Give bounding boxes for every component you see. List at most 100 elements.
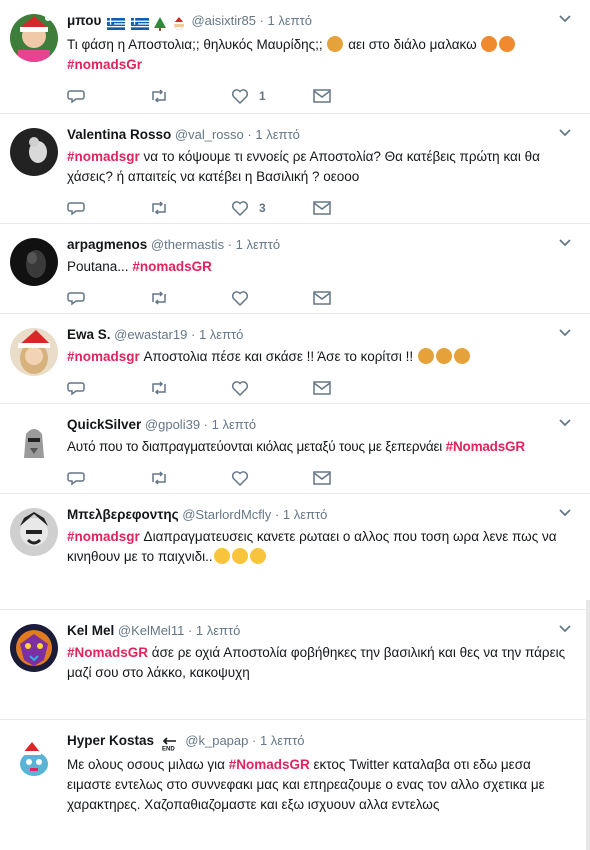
reply-icon <box>67 202 85 216</box>
display-name[interactable]: QuickSilver <box>67 417 141 432</box>
display-name[interactable]: arpagmenos <box>67 237 147 252</box>
envelope-icon <box>313 291 331 305</box>
user-handle[interactable]: @gpoli39 <box>145 417 200 432</box>
tweet-text-part: Τι φάση η Αποστολια;; θηλυκός Μαυρίδης;; <box>67 37 323 52</box>
like-button[interactable] <box>231 290 313 306</box>
separator-dot: · <box>227 237 233 252</box>
chevron-down-icon[interactable] <box>558 624 572 634</box>
reply-button[interactable] <box>67 380 149 396</box>
like-button[interactable] <box>231 470 313 486</box>
chevron-down-icon[interactable] <box>558 418 572 428</box>
direct-message-button[interactable] <box>313 291 395 305</box>
direct-message-button[interactable] <box>313 471 395 485</box>
tweet-actions <box>67 380 395 396</box>
tweet-text: Με ολους οσους μιλαω για #NomadsGR εκτος… <box>67 755 570 815</box>
tweet[interactable]: μπου @aisixtir85 · 1 λεπτό Τι φάση η Απο… <box>0 0 590 114</box>
like-count: 3 <box>259 201 266 215</box>
retweet-button[interactable] <box>149 380 231 396</box>
user-handle[interactable]: @aisixtir85 <box>191 13 256 28</box>
timestamp[interactable]: 1 λεπτό <box>260 733 304 748</box>
user-handle[interactable]: @ewastar19 <box>114 327 187 342</box>
retweet-button[interactable] <box>149 200 231 216</box>
chevron-down-icon[interactable] <box>558 328 572 338</box>
laughing-tears-emoji-icon <box>249 548 266 564</box>
user-handle[interactable]: @StarlordMcfly <box>182 507 271 522</box>
timestamp[interactable]: 1 λεπτό <box>283 507 327 522</box>
chevron-down-icon[interactable] <box>558 508 572 518</box>
laughing-tears-emoji-icon <box>213 548 230 564</box>
hashtag-link[interactable]: #nomadsgr <box>67 349 140 364</box>
avatar[interactable] <box>10 14 58 62</box>
display-name[interactable]: Kel Mel <box>67 623 114 638</box>
reply-button[interactable] <box>67 290 149 306</box>
user-handle[interactable]: @thermastis <box>151 237 224 252</box>
retweet-icon <box>152 291 166 305</box>
svg-text:END: END <box>162 746 175 751</box>
direct-message-button[interactable] <box>313 381 395 395</box>
avatar[interactable] <box>10 734 58 782</box>
tweet-text-part: Αυτό που το διαπραγματεύονται κιόλας μετ… <box>67 439 443 454</box>
retweet-button[interactable] <box>149 88 231 104</box>
reply-button[interactable] <box>67 470 149 486</box>
avatar[interactable] <box>10 418 58 466</box>
hashtag-link[interactable]: #NomadsGR <box>229 757 310 772</box>
like-button[interactable]: 3 <box>231 200 313 216</box>
tweet-actions: 1 <box>67 88 395 104</box>
tweet[interactable]: Kel Mel @KelMel11 · 1 λεπτό #NomadsGR άσ… <box>0 610 590 720</box>
tweet[interactable]: arpagmenos @thermastis · 1 λεπτό Poutana… <box>0 224 590 314</box>
like-button[interactable] <box>231 380 313 396</box>
hashtag-link[interactable]: #NomadsGR <box>67 645 148 660</box>
hashtag-link[interactable]: #nomadsgr <box>67 529 140 544</box>
reply-button[interactable] <box>67 200 149 216</box>
display-name[interactable]: Ewa S. <box>67 327 111 342</box>
timestamp[interactable]: 1 λεπτό <box>199 327 243 342</box>
chevron-down-icon[interactable] <box>558 128 572 138</box>
timestamp[interactable]: 1 λεπτό <box>255 127 299 142</box>
retweet-button[interactable] <box>149 470 231 486</box>
tweet[interactable]: Valentina Rosso @val_rosso · 1 λεπτό #no… <box>0 114 590 224</box>
direct-message-button[interactable] <box>313 89 395 103</box>
avatar[interactable] <box>10 238 58 286</box>
hashtag-link[interactable]: #NomadsGR <box>446 439 525 454</box>
reply-button[interactable] <box>67 88 149 104</box>
user-handle[interactable]: @KelMel11 <box>118 623 184 638</box>
tweet[interactable]: Ewa S. @ewastar19 · 1 λεπτό #nomadsgr Απ… <box>0 314 590 404</box>
scrollbar[interactable] <box>586 600 590 850</box>
chevron-down-icon[interactable] <box>558 238 572 248</box>
avatar[interactable] <box>10 128 58 176</box>
display-name[interactable]: Μπελβερεφοντης <box>67 507 179 522</box>
tweet[interactable]: QuickSilver @gpoli39 · 1 λεπτό Αυτό που … <box>0 404 590 494</box>
hashtag-link[interactable]: #nomadsGR <box>132 259 212 274</box>
direct-message-button[interactable] <box>313 201 395 215</box>
angry-face-emoji-icon <box>327 36 344 52</box>
chevron-down-icon[interactable] <box>558 14 572 24</box>
timestamp[interactable]: 1 λεπτό <box>212 417 256 432</box>
timestamp[interactable]: 1 λεπτό <box>196 623 240 638</box>
retweet-icon <box>152 89 166 103</box>
like-button[interactable]: 1 <box>231 88 313 104</box>
avatar[interactable] <box>10 508 58 556</box>
christmas-tree-icon <box>154 16 167 31</box>
steaming-face-emoji-icon <box>499 36 516 52</box>
display-name[interactable]: Hyper Kostas <box>67 733 154 748</box>
heart-icon <box>231 89 249 104</box>
timestamp[interactable]: 1 λεπτό <box>236 237 280 252</box>
heart-icon <box>231 291 249 306</box>
angry-face-emoji-icon <box>435 348 452 364</box>
separator-dot: · <box>187 623 193 638</box>
retweet-button[interactable] <box>149 290 231 306</box>
hashtag-link[interactable]: #nomadsgr <box>67 149 140 164</box>
avatar[interactable] <box>10 328 58 376</box>
retweet-icon <box>152 201 166 215</box>
display-name[interactable]: Valentina Rosso <box>67 127 171 142</box>
tweet[interactable]: Hyper Kostas END @k_papap · 1 λεπτό Με ο… <box>0 720 590 840</box>
user-handle[interactable]: @val_rosso <box>175 127 244 142</box>
tweet-text-part: Poutana... <box>67 259 129 274</box>
laughing-tears-emoji-icon <box>231 548 248 564</box>
timestamp[interactable]: 1 λεπτό <box>268 13 312 28</box>
user-handle[interactable]: @k_papap <box>185 733 248 748</box>
avatar[interactable] <box>10 624 58 672</box>
display-name[interactable]: μπου <box>67 13 101 28</box>
tweet[interactable]: Μπελβερεφοντης @StarlordMcfly · 1 λεπτό … <box>0 494 590 610</box>
hashtag-link[interactable]: #nomadsGr <box>67 57 142 72</box>
